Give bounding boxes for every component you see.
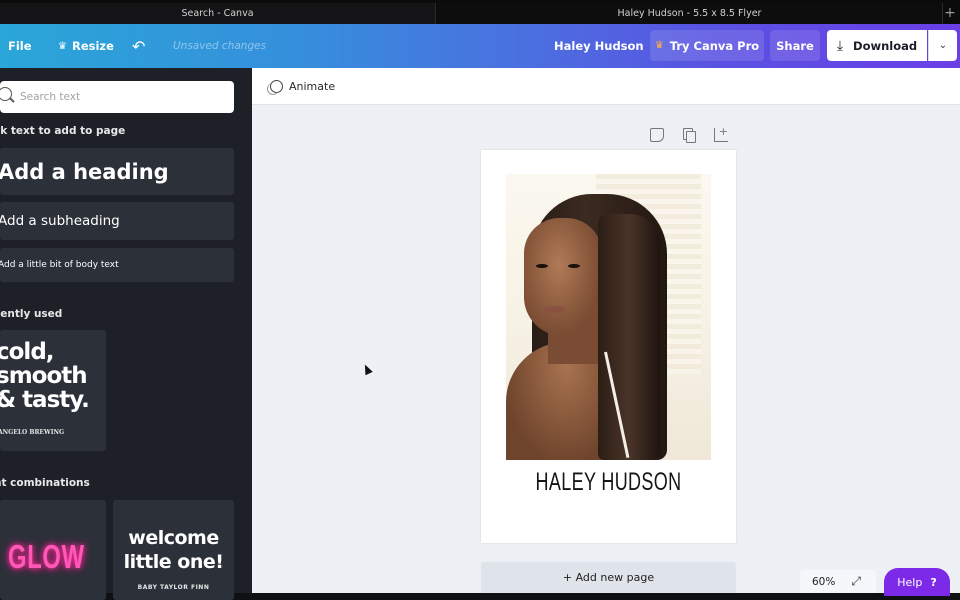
help-label: Help <box>897 575 923 589</box>
download-button[interactable]: ⤓ Download <box>827 30 927 61</box>
try-pro-label: Try Canva Pro <box>669 38 760 53</box>
username-label: Haley Hudson <box>554 39 644 53</box>
font-combo-glow[interactable]: GLOW <box>0 500 106 600</box>
font-combo-welcome[interactable]: welcome little one! BABY TAYLOR FINN <box>113 500 234 600</box>
animate-icon <box>267 79 283 95</box>
add-page-icon[interactable]: + <box>714 126 728 142</box>
design-page[interactable]: HALEY HUDSON <box>481 150 736 543</box>
tab-title: Haley Hudson - 5.5 x 8.5 Flyer <box>617 8 762 19</box>
portrait-photo[interactable] <box>506 174 711 460</box>
add-body-text-button[interactable]: Add a little bit of body text <box>0 248 234 282</box>
download-icon: ⤓ <box>836 37 844 54</box>
new-tab-plus-icon[interactable]: + <box>943 4 957 22</box>
template-headline: cold, smooth & tasty. <box>0 339 90 413</box>
file-menu-button[interactable]: File <box>8 24 32 68</box>
font-combinations-heading: nt combinations <box>0 477 90 489</box>
recently-used-heading: cently used <box>0 308 63 320</box>
editor-canvas-area: Animate + HALEY HUDSON + Add new page 60… <box>252 68 960 596</box>
search-icon <box>0 87 12 101</box>
photo-eye <box>568 264 580 268</box>
click-to-add-heading: ck text to add to page <box>0 125 126 137</box>
text-side-panel: ck text to add to page Add a heading Add… <box>0 68 252 600</box>
duplicate-page-icon[interactable] <box>682 128 696 143</box>
add-heading-button[interactable]: Add a heading <box>0 148 234 195</box>
animate-label: Animate <box>289 80 336 93</box>
browser-tab-flyer[interactable]: Haley Hudson - 5.5 x 8.5 Flyer <box>437 3 943 24</box>
crown-icon: ♛ <box>58 40 67 52</box>
photo-face <box>524 218 602 336</box>
welcome-subtitle: BABY TAYLOR FINN <box>137 584 210 591</box>
search-text-field[interactable] <box>0 81 234 113</box>
search-text-input[interactable] <box>20 81 220 113</box>
headline-line: welcome <box>128 527 219 549</box>
undo-icon: ↶ <box>132 36 146 56</box>
headline-line: & tasty. <box>0 387 90 413</box>
page-actions: + <box>650 126 728 143</box>
context-toolbar: Animate <box>252 68 960 105</box>
page-heading-text[interactable]: HALEY HUDSON <box>517 468 701 497</box>
recent-text-template[interactable]: cold, smooth & tasty. ANGELO BREWING <box>0 330 106 451</box>
welcome-headline: welcome little one! <box>113 526 234 574</box>
download-options-button[interactable]: ⌄ <box>928 30 957 61</box>
animate-button[interactable]: Animate <box>267 68 335 105</box>
try-canva-pro-button[interactable]: ♛ Try Canva Pro <box>650 30 764 61</box>
fullscreen-icon[interactable]: ⤢ <box>851 574 861 589</box>
add-body-label: Add a little bit of body text <box>0 260 119 270</box>
question-icon: ? <box>930 575 937 589</box>
file-label: File <box>8 39 32 53</box>
chevron-down-icon: ⌄ <box>938 40 948 51</box>
download-label: Download <box>853 38 918 53</box>
resize-button[interactable]: ♛ Resize <box>58 24 114 68</box>
share-label: Share <box>776 38 814 53</box>
crown-icon: ♛ <box>654 40 664 51</box>
share-button[interactable]: Share <box>770 30 820 61</box>
headline-line: smooth <box>0 363 88 389</box>
headline-line: cold, <box>0 339 55 365</box>
tab-title: Search - Canva <box>181 8 254 19</box>
add-note-icon[interactable] <box>650 128 664 142</box>
template-subtitle: ANGELO BREWING <box>0 429 65 436</box>
add-subheading-button[interactable]: Add a subheading <box>0 202 234 240</box>
add-subheading-label: Add a subheading <box>0 213 120 229</box>
browser-tab-search-canva[interactable]: Search - Canva <box>0 3 436 24</box>
photo-hair-front <box>598 214 660 460</box>
browser-tab-strip: Search - Canva Haley Hudson - 5.5 x 8.5 … <box>0 0 960 24</box>
photo-eye <box>536 264 548 268</box>
editor-header: File ♛ Resize ↶ Unsaved changes Haley Hu… <box>0 24 960 68</box>
help-button[interactable]: Help ? <box>884 568 950 596</box>
glow-text: GLOW <box>8 538 85 575</box>
zoom-control[interactable]: 60% ⤢ <box>800 570 876 593</box>
resize-label: Resize <box>71 39 114 53</box>
photo-lips <box>543 306 565 313</box>
add-new-page-button[interactable]: + Add new page <box>481 562 736 593</box>
design-title-button[interactable]: Haley Hudson <box>554 24 644 68</box>
zoom-level[interactable]: 60% <box>812 576 835 588</box>
add-heading-label: Add a heading <box>0 159 169 184</box>
headline-line: little one! <box>123 551 224 573</box>
save-status: Unsaved changes <box>173 40 267 52</box>
undo-button[interactable]: ↶ <box>132 24 145 68</box>
